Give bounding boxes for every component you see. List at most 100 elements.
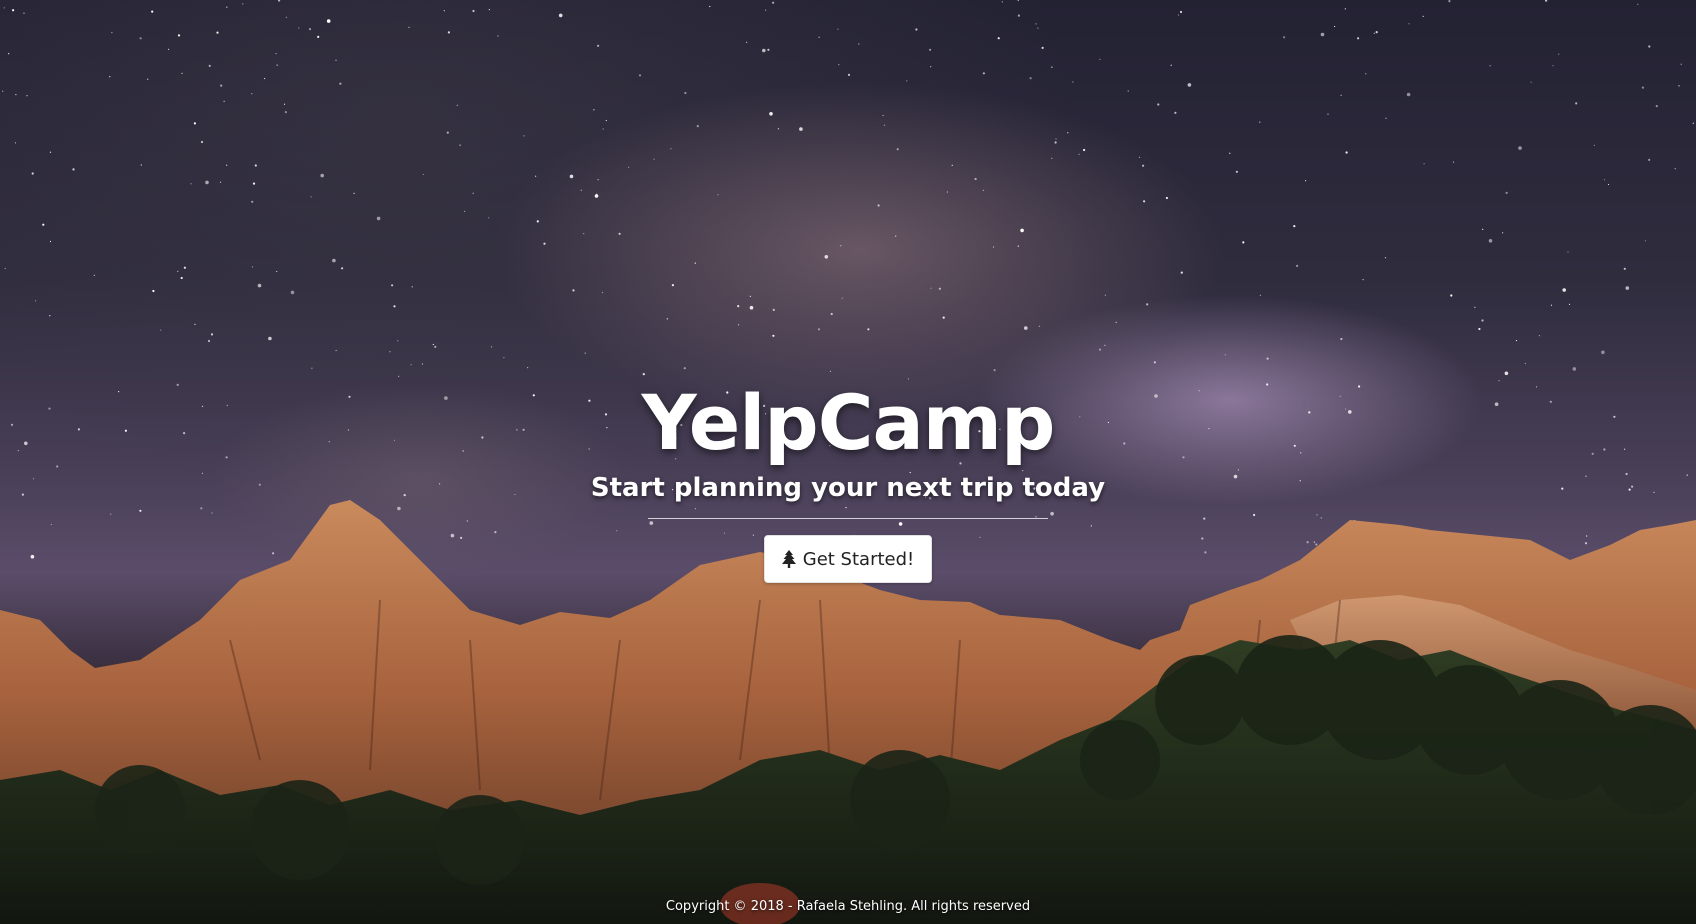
- star: [1593, 144, 1595, 146]
- star: [432, 343, 434, 346]
- star: [35, 300, 37, 302]
- star: [883, 124, 886, 126]
- star: [497, 35, 499, 37]
- star: [464, 210, 466, 212]
- site-subtitle: Start planning your next trip today: [590, 473, 1106, 503]
- star: [1623, 267, 1626, 270]
- star: [671, 284, 675, 287]
- star: [772, 1, 775, 4]
- star: [772, 334, 775, 337]
- star: [4, 267, 6, 270]
- star: [1017, 0, 1019, 2]
- star: [1538, 335, 1540, 337]
- star: [597, 179, 599, 181]
- star: [769, 112, 773, 116]
- star: [1655, 105, 1658, 108]
- star: [1448, 0, 1451, 3]
- star: [1224, 354, 1226, 356]
- tree-icon: [781, 550, 797, 568]
- star: [397, 340, 399, 342]
- star: [152, 289, 155, 293]
- star: [824, 254, 829, 259]
- star: [1017, 14, 1021, 17]
- star: [527, 367, 529, 369]
- star: [1607, 183, 1610, 186]
- star: [749, 305, 754, 310]
- star: [1644, 240, 1647, 242]
- star: [628, 166, 630, 168]
- star: [3, 7, 5, 9]
- star: [242, 3, 244, 5]
- star: [268, 336, 272, 341]
- star: [23, 12, 25, 14]
- star: [308, 28, 312, 31]
- star: [915, 28, 918, 31]
- star: [26, 95, 28, 97]
- star: [72, 168, 75, 171]
- star: [434, 345, 437, 348]
- star: [896, 148, 899, 151]
- star: [746, 41, 748, 43]
- star: [1545, 0, 1548, 2]
- star: [1489, 65, 1491, 67]
- star: [642, 373, 645, 376]
- star: [1334, 25, 1336, 28]
- star: [1504, 371, 1509, 376]
- star: [1648, 158, 1651, 161]
- star: [1296, 264, 1299, 267]
- star: [558, 13, 563, 18]
- star: [1357, 37, 1360, 40]
- star: [109, 76, 111, 78]
- star: [177, 270, 179, 272]
- star: [618, 232, 621, 235]
- star: [264, 77, 266, 80]
- star: [320, 173, 325, 178]
- star: [200, 140, 204, 144]
- star: [276, 64, 278, 66]
- star: [251, 93, 253, 95]
- star: [694, 262, 696, 264]
- star: [841, 297, 843, 299]
- star: [1104, 344, 1106, 346]
- star: [1478, 327, 1481, 331]
- star: [160, 329, 162, 331]
- star: [226, 164, 228, 166]
- star: [583, 233, 585, 235]
- star: [31, 172, 34, 175]
- star: [1242, 241, 1245, 244]
- star: [838, 64, 840, 66]
- star: [1340, 94, 1342, 96]
- star: [1692, 122, 1694, 124]
- star: [1572, 367, 1577, 371]
- star: [982, 72, 986, 75]
- star: [830, 312, 833, 316]
- star: [353, 192, 355, 194]
- star: [1481, 319, 1484, 322]
- star: [1327, 113, 1329, 115]
- star: [993, 369, 996, 372]
- star: [1054, 141, 1057, 144]
- star: [1017, 245, 1019, 247]
- star: [49, 240, 52, 243]
- star: [867, 328, 870, 331]
- get-started-button[interactable]: Get Started!: [763, 535, 933, 583]
- star: [1385, 117, 1387, 119]
- star: [1452, 161, 1455, 163]
- star: [992, 246, 995, 248]
- star: [1641, 86, 1644, 89]
- star: [49, 151, 52, 153]
- star: [1037, 27, 1039, 29]
- star: [717, 194, 719, 196]
- star: [410, 364, 412, 366]
- star: [1524, 362, 1526, 365]
- star: [1174, 111, 1177, 114]
- star: [1041, 46, 1044, 50]
- star: [1083, 148, 1086, 152]
- star: [456, 104, 458, 106]
- star: [895, 235, 897, 237]
- star: [1422, 15, 1424, 17]
- star: [605, 119, 607, 122]
- star: [906, 80, 908, 82]
- star: [738, 324, 740, 326]
- star: [1153, 361, 1156, 364]
